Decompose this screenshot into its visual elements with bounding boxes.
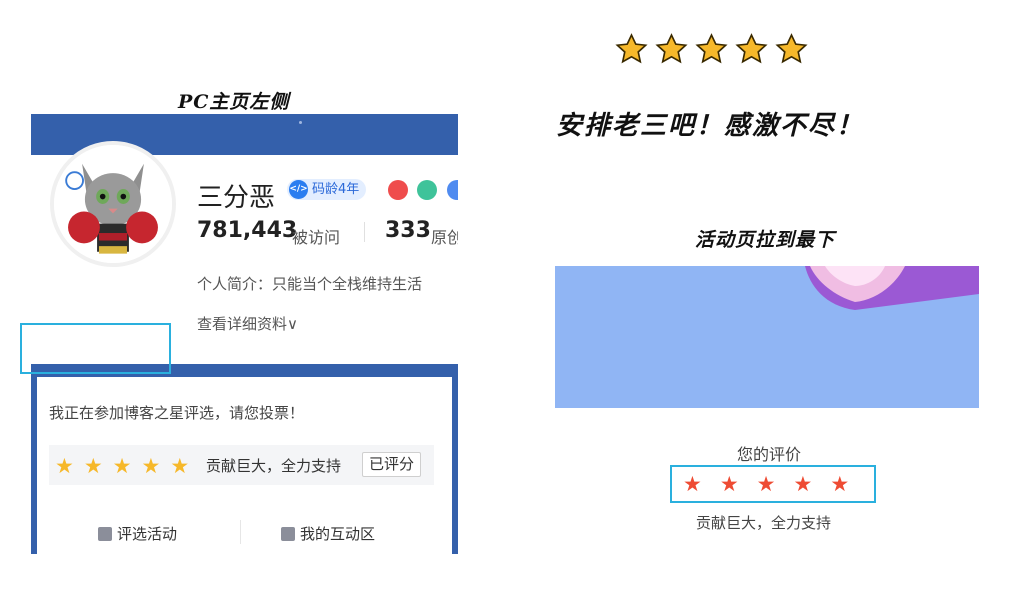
banner-dot <box>299 121 302 124</box>
achievement-badge-icon[interactable] <box>388 180 408 200</box>
activity-rating-stars[interactable]: ★ ★ ★ ★ ★ <box>683 471 849 497</box>
visits-count: 781,443 <box>197 218 298 243</box>
star-icon <box>655 33 688 64</box>
vote-event-link[interactable]: 评选活动 <box>98 523 177 544</box>
original-posts-label: 原创 <box>431 228 458 247</box>
activity-rating-text: 贡献巨大，全力支持 <box>696 514 832 532</box>
achievement-badge-icon[interactable] <box>417 180 437 200</box>
highlight-box-right: ★ ★ ★ ★ ★ <box>670 465 876 503</box>
rating-text: 贡献巨大，全力支持 <box>206 457 342 475</box>
vote-prompt: 我正在参加博客之星评选，请您投票！ <box>49 404 305 422</box>
your-rating-label: 您的评价 <box>737 445 802 464</box>
stat-divider <box>364 222 365 242</box>
star-icon <box>695 33 728 64</box>
star-icon[interactable]: ★ <box>720 471 739 497</box>
star-icon[interactable]: ★ <box>55 453 74 479</box>
code-age-label: 码龄4年 <box>312 182 360 197</box>
original-posts-count: 333 <box>385 218 431 243</box>
profile-bio: 个人简介：只能当个全栈维持生活 <box>197 275 423 293</box>
star-icon[interactable]: ★ <box>757 471 776 497</box>
visits-label: 被访问 <box>292 228 341 247</box>
action-divider <box>240 520 241 544</box>
star-icon[interactable]: ★ <box>830 471 849 497</box>
view-details-link[interactable]: 查看详细资料∨ <box>197 313 298 334</box>
left-caption: PC主页左侧 <box>178 91 290 113</box>
top-star-row <box>615 33 808 66</box>
achievement-badge-icon[interactable] <box>447 180 458 200</box>
star-icon[interactable]: ★ <box>170 453 189 479</box>
vote-event-label: 评选活动 <box>117 525 178 543</box>
avatar[interactable] <box>50 141 176 267</box>
right-caption: 活动页拉到最下 <box>695 229 836 251</box>
code-age-badge: </> 码龄4年 <box>287 179 367 200</box>
activity-page-banner <box>555 266 979 408</box>
vote-card-body: 我正在参加博客之星评选，请您投票！ ★ ★ ★ ★ ★ 贡献巨大，全力支持 已评… <box>37 377 452 554</box>
star-icon[interactable]: ★ <box>793 471 812 497</box>
rating-stars[interactable]: ★ ★ ★ ★ ★ <box>55 453 189 479</box>
cat-boxer-avatar-icon <box>54 145 172 263</box>
star-icon <box>775 33 808 64</box>
star-icon[interactable]: ★ <box>84 453 103 479</box>
my-interaction-link[interactable]: 我的互动区 <box>281 523 375 544</box>
activity-banner-art <box>555 266 979 408</box>
code-icon: </> <box>289 180 308 199</box>
star-icon <box>735 33 768 64</box>
document-edit-icon <box>98 526 112 541</box>
thanks-caption: 安排老三吧！感激不尽！ <box>556 111 865 141</box>
my-interaction-label: 我的互动区 <box>300 525 376 543</box>
username[interactable]: 三分恶 <box>197 177 275 214</box>
rating-row: ★ ★ ★ ★ ★ 贡献巨大，全力支持 已评分 <box>49 445 434 485</box>
rated-button[interactable]: 已评分 <box>362 452 422 477</box>
star-icon[interactable]: ★ <box>683 471 702 497</box>
highlight-box-left <box>20 323 171 374</box>
star-icon[interactable]: ★ <box>141 453 160 479</box>
blog-star-vote-card: 我正在参加博客之星评选，请您投票！ ★ ★ ★ ★ ★ 贡献巨大，全力支持 已评… <box>31 364 458 554</box>
star-icon <box>615 33 648 64</box>
thumb-up-icon <box>281 526 295 541</box>
star-icon[interactable]: ★ <box>113 453 132 479</box>
